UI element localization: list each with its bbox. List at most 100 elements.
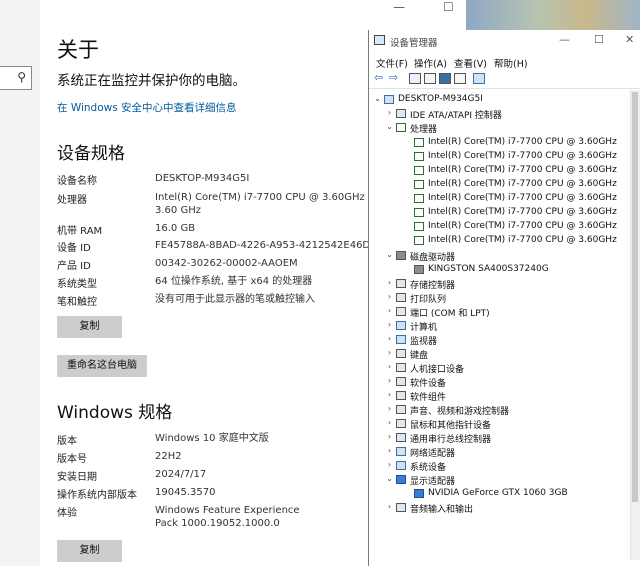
spec-label: 版本 — [57, 436, 77, 447]
spec-label: 处理器 — [57, 195, 87, 206]
chevron-right-icon[interactable]: › — [385, 292, 394, 301]
chevron-right-icon[interactable]: › — [385, 320, 394, 329]
disk-drive-icon — [414, 265, 424, 274]
chevron-right-icon[interactable]: › — [385, 446, 394, 455]
chevron-right-icon[interactable]: › — [385, 306, 394, 315]
usb-icon — [396, 433, 406, 442]
copy-device-specs-button[interactable]: 复制 — [57, 316, 122, 338]
settings-about-page: — ☐ 关于 系统正在监控并保护你的电脑。 在 Windows 安全中心中查看详… — [40, 0, 454, 566]
spec-label: 系统类型 — [57, 279, 97, 290]
system-device-icon — [396, 461, 406, 470]
protection-status-text: 系统正在监控并保护你的电脑。 — [57, 73, 246, 89]
disk-drive-icon — [396, 251, 406, 260]
vertical-scrollbar[interactable] — [630, 90, 640, 560]
processor-icon — [414, 138, 424, 147]
chevron-right-icon[interactable]: › — [385, 390, 394, 399]
background-window-strip: ⚲ — [0, 0, 40, 566]
chevron-down-icon[interactable]: ⌄ — [385, 474, 394, 483]
mouse-icon — [396, 419, 406, 428]
settings-minimize-button[interactable]: — — [393, 0, 405, 14]
windows-specs-heading: Windows 规格 — [57, 403, 173, 423]
chevron-right-icon[interactable]: › — [385, 418, 394, 427]
processor-icon — [414, 194, 424, 203]
chevron-down-icon[interactable]: ⌄ — [385, 250, 394, 259]
software-component-icon — [396, 391, 406, 400]
device-manager-window: 设备管理器 — ☐ ✕ 文件(F) 操作(A) 查看(V) 帮助(H) ⇦ ⇨ … — [368, 30, 640, 566]
processor-icon — [414, 222, 424, 231]
spec-label: 版本号 — [57, 454, 87, 465]
scrollbar-thumb[interactable] — [632, 92, 638, 502]
device-specs-heading: 设备规格 — [57, 144, 125, 164]
chevron-down-icon[interactable]: ⌄ — [373, 94, 382, 103]
hid-icon — [396, 363, 406, 372]
menu-bar: 文件(F) 操作(A) 查看(V) 帮助(H) — [369, 54, 640, 70]
printer-icon — [396, 293, 406, 302]
forward-arrow-icon[interactable]: ⇨ — [389, 71, 401, 84]
properties-icon[interactable] — [409, 73, 421, 84]
audio-io-icon — [396, 503, 406, 512]
spec-value: DESKTOP-M934G5I — [155, 173, 250, 184]
device-manager-app-icon — [374, 35, 385, 45]
tree-view-icon[interactable] — [424, 73, 436, 84]
monitor-icon — [396, 335, 406, 344]
chevron-right-icon[interactable]: › — [385, 404, 394, 413]
sound-icon — [396, 405, 406, 414]
processor-icon — [414, 236, 424, 245]
chevron-right-icon[interactable]: › — [385, 348, 394, 357]
chevron-right-icon[interactable]: › — [385, 108, 394, 117]
spec-label: 体验 — [57, 508, 77, 519]
spec-value: 64 位操作系统, 基于 x64 的处理器 — [155, 276, 313, 287]
spec-label: 安装日期 — [57, 472, 97, 483]
spec-label: 机带 RAM — [57, 226, 103, 237]
page-title: 关于 — [57, 38, 99, 62]
display-adapter-icon — [414, 489, 424, 498]
chevron-right-icon[interactable]: › — [385, 362, 394, 371]
spec-value: 22H2 — [155, 451, 182, 462]
help-icon[interactable] — [439, 73, 451, 84]
close-button[interactable]: ✕ — [625, 33, 634, 46]
device-manager-titlebar: 设备管理器 — ☐ ✕ — [369, 30, 640, 52]
maximize-button[interactable]: ☐ — [594, 33, 604, 46]
chevron-right-icon[interactable]: › — [385, 376, 394, 385]
spec-value: Windows Feature Experience Pack 1000.190… — [155, 505, 300, 529]
chevron-right-icon[interactable]: › — [385, 460, 394, 469]
chevron-right-icon[interactable]: › — [385, 502, 394, 511]
spec-label: 设备名称 — [57, 176, 97, 187]
spec-label: 产品 ID — [57, 261, 91, 272]
desktop-wallpaper — [466, 0, 640, 32]
chevron-right-icon[interactable]: › — [385, 334, 394, 343]
spec-value: 没有可用于此显示器的笔或触控输入 — [155, 294, 315, 305]
processor-icon — [414, 208, 424, 217]
chevron-right-icon[interactable]: › — [385, 432, 394, 441]
spec-value: FE45788A-8BAD-4226-A953-4212542E46DE — [155, 240, 377, 251]
keyboard-icon — [396, 349, 406, 358]
menu-help[interactable]: 帮助(H) — [494, 56, 528, 70]
spec-value: 16.0 GB — [155, 223, 196, 234]
spec-value: 00342-30262-00002-AAOEM — [155, 258, 298, 269]
menu-action[interactable]: 操作(A) — [414, 56, 447, 70]
processor-icon — [396, 123, 406, 132]
spec-label: 笔和触控 — [57, 297, 97, 308]
software-device-icon — [396, 377, 406, 386]
menu-file[interactable]: 文件(F) — [376, 56, 408, 70]
chevron-down-icon[interactable]: ⌄ — [385, 122, 394, 131]
menu-view[interactable]: 查看(V) — [454, 56, 487, 70]
back-arrow-icon[interactable]: ⇦ — [374, 71, 386, 84]
rename-pc-button[interactable]: 重命名这台电脑 — [57, 355, 147, 377]
security-center-link[interactable]: 在 Windows 安全中心中查看详细信息 — [57, 100, 237, 115]
search-box[interactable]: ⚲ — [0, 66, 32, 90]
copy-windows-specs-button[interactable]: 复制 — [57, 540, 122, 562]
spec-value: 2024/7/17 — [155, 469, 207, 480]
device-view-icon[interactable] — [454, 73, 466, 84]
minimize-button[interactable]: — — [559, 33, 570, 46]
spec-value: 19045.3570 — [155, 487, 216, 498]
monitor-icon[interactable] — [473, 73, 485, 84]
settings-maximize-button[interactable]: ☐ — [443, 0, 454, 14]
chevron-right-icon[interactable]: › — [385, 278, 394, 287]
storage-controller-icon — [396, 279, 406, 288]
window-title: 设备管理器 — [390, 38, 438, 49]
ide-controller-icon — [396, 109, 406, 118]
search-icon[interactable]: ⚲ — [17, 70, 26, 84]
processor-icon — [414, 166, 424, 175]
spec-label: 操作系统内部版本 — [57, 490, 137, 501]
